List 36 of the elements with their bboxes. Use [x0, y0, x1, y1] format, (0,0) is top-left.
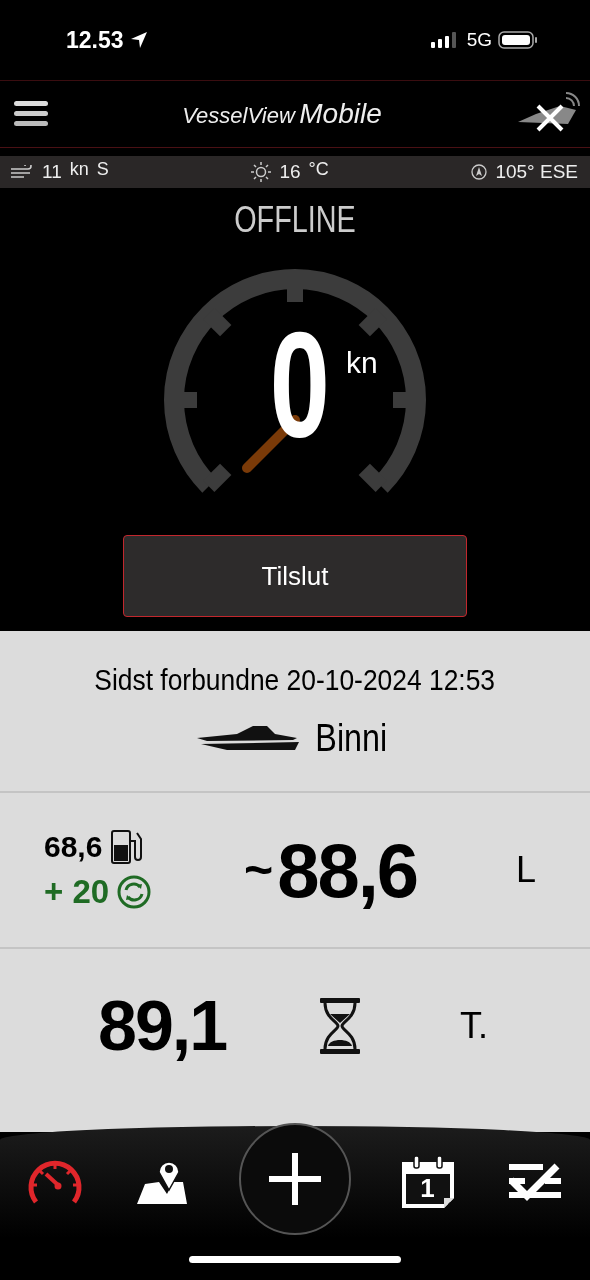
- home-indicator[interactable]: [189, 1255, 401, 1263]
- menu-icon[interactable]: [14, 100, 48, 128]
- temperature-unit: °C: [308, 158, 329, 180]
- speed-unit: kn: [345, 346, 378, 380]
- last-connected-text: Sidst forbundne 20-10-2024 12:53: [94, 662, 496, 697]
- heading: 105° ESE: [495, 161, 578, 183]
- compass-icon: [471, 164, 488, 180]
- wind-unit: kn: [69, 158, 89, 180]
- network-label: 5G: [466, 29, 492, 51]
- tank-level: 68,6: [44, 830, 103, 864]
- refresh-icon[interactable]: [117, 875, 152, 909]
- location-arrow-icon: [129, 31, 148, 49]
- plus-icon: [269, 1153, 321, 1205]
- vessel-name: Binni: [315, 716, 387, 760]
- speed-value: 0: [270, 300, 331, 470]
- wind-speed: 11: [42, 161, 62, 183]
- boat-icon: [196, 724, 301, 752]
- calendar-day: 1: [396, 1173, 459, 1204]
- signal-icon: [430, 32, 457, 48]
- sun-icon: [251, 162, 272, 182]
- fuel-added: + 20: [44, 873, 110, 911]
- wind-direction: S: [96, 158, 109, 180]
- checklist-icon: [509, 1162, 561, 1202]
- hourglass-icon: [320, 998, 361, 1054]
- approx-sign: ~: [244, 841, 274, 899]
- hours-unit: T.: [459, 1005, 489, 1047]
- status-time: 12.53: [66, 26, 124, 54]
- engine-hours: 89,1: [98, 986, 227, 1066]
- fuel-estimate: 88,6: [277, 826, 418, 914]
- connection-status: OFFLINE: [233, 200, 357, 240]
- app-title: VesselViewMobile: [182, 98, 382, 130]
- connect-button[interactable]: Tilslut: [123, 535, 467, 617]
- fuel-unit: L: [515, 849, 537, 891]
- battery-icon: [498, 30, 538, 50]
- temperature: 16: [279, 161, 301, 183]
- wind-icon: [10, 165, 34, 179]
